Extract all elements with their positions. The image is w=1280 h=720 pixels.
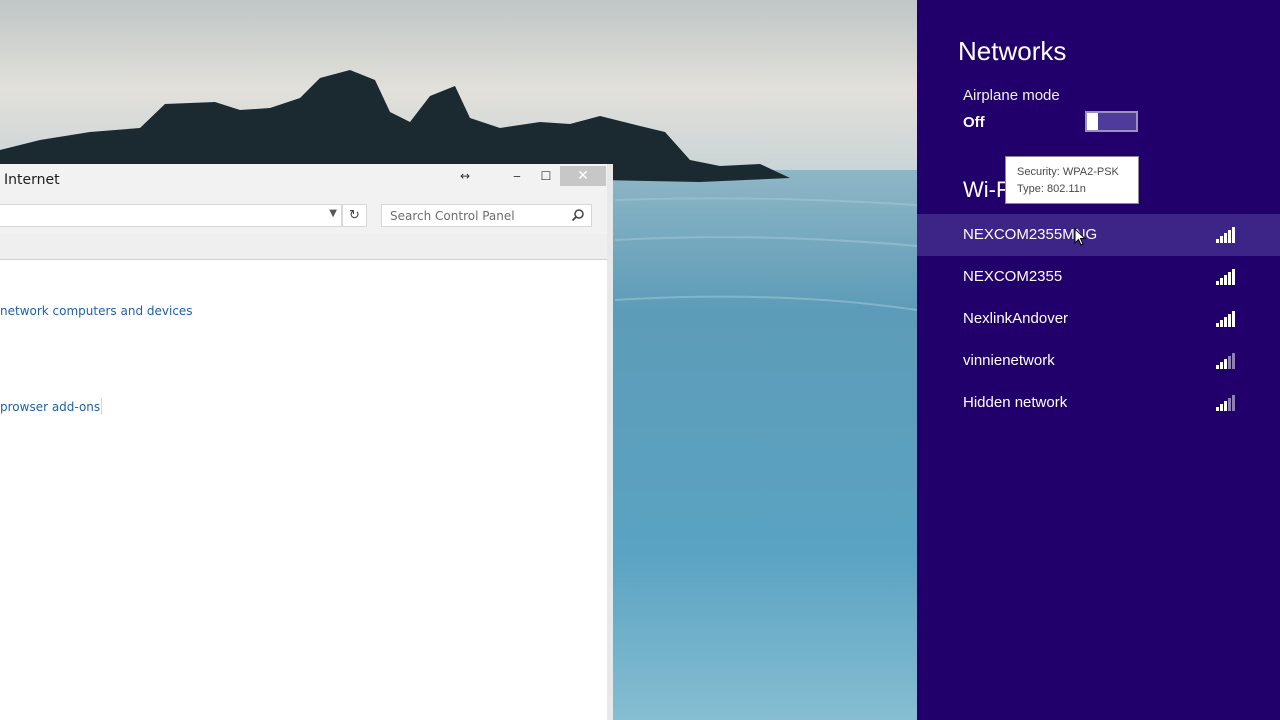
airplane-mode-state: Off xyxy=(963,114,985,131)
network-item[interactable]: NEXCOM2355 xyxy=(917,256,1280,298)
tooltip-type: Type: 802.11n xyxy=(1017,183,1086,195)
manage-browser-addons-link[interactable]: prowser add-ons xyxy=(0,400,100,414)
tooltip-security: Security: WPA2-PSK xyxy=(1017,166,1119,178)
network-item[interactable]: NexlinkAndover xyxy=(917,298,1280,340)
network-item[interactable]: vinnienetwork xyxy=(917,340,1280,382)
control-panel-window: Internet ↔ ‒ ☐ ✕ ▼ ↻ Search Control Pane… xyxy=(0,164,613,720)
chevron-down-icon[interactable]: ▼ xyxy=(329,208,337,219)
panel-title: Networks xyxy=(958,36,1067,66)
command-bar xyxy=(0,234,607,260)
airplane-mode-label: Airplane mode xyxy=(963,87,1060,104)
mouse-cursor-icon xyxy=(1074,228,1086,246)
link-separator xyxy=(101,398,102,414)
search-placeholder: Search Control Panel xyxy=(390,209,515,223)
window-titlebar[interactable]: Internet ↔ ‒ ☐ ✕ xyxy=(0,164,607,196)
network-name: NEXCOM2355 xyxy=(963,268,1063,285)
network-list: NEXCOM2355MNG NEXCOM2355 NexlinkAndover … xyxy=(917,214,1280,424)
search-icon[interactable] xyxy=(571,208,585,222)
network-tooltip: Security: WPA2-PSK Type: 802.11n xyxy=(1005,156,1139,204)
toggle-thumb[interactable] xyxy=(1087,113,1098,130)
wifi-signal-icon xyxy=(1216,311,1237,327)
refresh-button[interactable]: ↻ xyxy=(342,204,367,227)
close-button[interactable]: ✕ xyxy=(560,166,606,186)
wifi-signal-icon xyxy=(1216,227,1237,243)
network-name: vinnienetwork xyxy=(963,352,1055,369)
view-network-computers-link[interactable]: network computers and devices xyxy=(0,304,193,318)
search-input[interactable]: Search Control Panel xyxy=(381,204,592,227)
window-title: Internet xyxy=(4,172,60,188)
airplane-mode-toggle[interactable] xyxy=(1085,111,1138,132)
maximize-button[interactable]: ☐ xyxy=(536,166,556,186)
resize-icon[interactable]: ↔ xyxy=(455,166,475,186)
wifi-signal-icon xyxy=(1216,353,1237,369)
wifi-signal-icon xyxy=(1216,269,1237,285)
network-name: NexlinkAndover xyxy=(963,310,1069,327)
wifi-signal-icon xyxy=(1216,395,1237,411)
network-item[interactable]: Hidden network xyxy=(917,382,1280,424)
address-field[interactable]: ▼ xyxy=(0,204,342,227)
address-bar: ▼ ↻ Search Control Panel xyxy=(0,196,607,234)
network-name: Hidden network xyxy=(963,394,1068,411)
networks-panel: Networks Airplane mode Off Wi-Fi NEXCOM2… xyxy=(917,0,1280,720)
network-item[interactable]: NEXCOM2355MNG xyxy=(917,214,1280,256)
minimize-button[interactable]: ‒ xyxy=(507,166,527,186)
